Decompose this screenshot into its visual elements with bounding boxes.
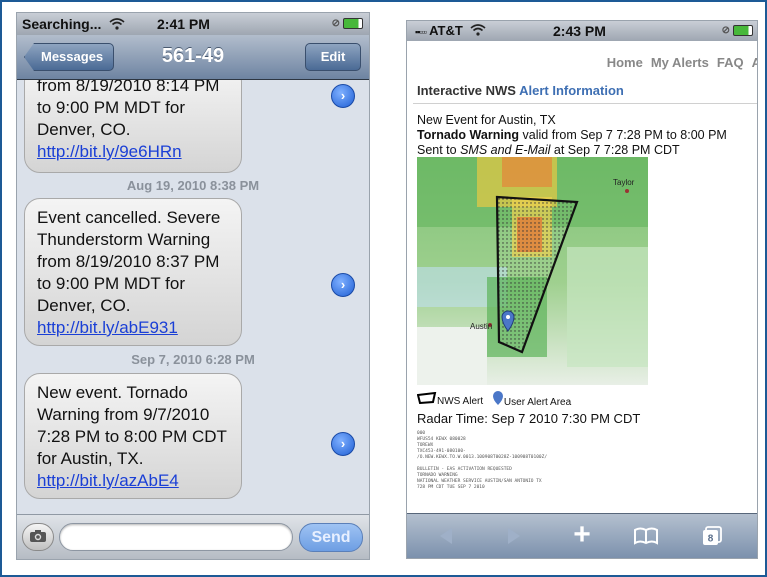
- site-title-bold: Interactive NWS: [417, 83, 516, 98]
- radar-time: Radar Time: Sep 7 2010 7:30 PM CDT: [417, 411, 641, 426]
- sent-suffix: at Sep 7 7:28 PM CDT: [550, 143, 680, 157]
- nav-home-link[interactable]: Home: [607, 55, 643, 70]
- nav-bar: Messages 561-49 Edit: [17, 35, 369, 80]
- browser-screen: ▪▪▫▫▫ AT&T 2:43 PM ⊘ Home My Alerts FAQ A I…: [406, 20, 758, 559]
- message-line: to 9:00 PM MDT for: [37, 274, 186, 293]
- polygon-icon: [416, 391, 437, 405]
- radar-map-image: Taylor Austin: [417, 157, 648, 385]
- message-line: Event cancelled. Severe: [37, 208, 221, 227]
- clock: 2:41 PM: [157, 16, 210, 32]
- message-line: Warning from 9/7/2010: [37, 405, 210, 424]
- add-bookmark-icon[interactable]: +: [567, 520, 597, 550]
- book-icon: [634, 527, 658, 545]
- status-bar: Searching... 2:41 PM ⊘: [17, 13, 369, 35]
- back-arrow-icon: [440, 528, 452, 544]
- battery-icon: [343, 18, 363, 29]
- signal-icon: ▪▪▫▫▫: [415, 27, 427, 37]
- message-bubble[interactable]: Event cancelled. Severe Thunderstorm War…: [24, 198, 242, 346]
- message-input[interactable]: [59, 523, 293, 551]
- message-line: New event. Tornado: [37, 383, 188, 402]
- message-line: Thunderstorm Warning: [37, 230, 211, 249]
- lock-icon: ⊘: [331, 18, 340, 30]
- camera-icon: [30, 530, 46, 542]
- message-timestamp: Sep 7, 2010 6:28 PM: [131, 352, 255, 367]
- warning-type: Tornado Warning: [417, 128, 520, 142]
- map-label-taylor: Taylor: [613, 178, 635, 187]
- event-details: New Event for Austin, TX Tornado Warning…: [417, 113, 727, 158]
- sent-channels: SMS and E-Mail: [460, 143, 551, 157]
- pages-icon: 8: [703, 526, 722, 545]
- carrier-label: AT&T: [429, 23, 463, 38]
- message-line: to 9:00 PM MDT for: [37, 98, 186, 117]
- send-button[interactable]: Send: [299, 523, 363, 552]
- site-nav: Home My Alerts FAQ A: [599, 55, 757, 70]
- bookmarks-button[interactable]: [629, 522, 663, 550]
- chevron-right-icon[interactable]: ›: [331, 273, 355, 297]
- message-line: from 8/19/2010 8:14 PM: [37, 80, 220, 95]
- lock-icon: ⊘: [721, 25, 730, 37]
- status-bar: ▪▪▫▫▫ AT&T 2:43 PM ⊘: [407, 21, 757, 41]
- event-heading: New Event for Austin, TX: [417, 113, 556, 127]
- chevron-right-icon[interactable]: ›: [331, 432, 355, 456]
- message-line: Denver, CO.: [37, 296, 131, 315]
- radar-map[interactable]: Taylor Austin: [417, 157, 648, 385]
- clock: 2:43 PM: [553, 23, 606, 39]
- site-title: Interactive NWS Alert Information: [417, 83, 624, 98]
- camera-button[interactable]: [22, 523, 54, 551]
- message-line: from 8/19/2010 8:37 PM: [37, 252, 220, 271]
- warning-validity: valid from Sep 7 7:28 PM to 8:00 PM: [519, 128, 727, 142]
- message-link[interactable]: http://bit.ly/azAbE4: [37, 470, 229, 492]
- chevron-right-icon[interactable]: ›: [331, 84, 355, 108]
- message-bubble[interactable]: from 8/19/2010 8:14 PM to 9:00 PM MDT fo…: [24, 80, 242, 173]
- map-label-austin: Austin: [470, 322, 492, 331]
- legend-user-area: User Alert Area: [503, 397, 572, 408]
- message-list[interactable]: from 8/19/2010 8:14 PM to 9:00 PM MDT fo…: [17, 80, 369, 515]
- nav-my-alerts-link[interactable]: My Alerts: [651, 55, 709, 70]
- site-title-blue: Alert Information: [519, 83, 624, 98]
- message-line: Denver, CO.: [37, 120, 131, 139]
- map-pin-icon: [492, 391, 503, 405]
- message-line: for Austin, TX.: [37, 449, 144, 468]
- back-button[interactable]: [431, 522, 461, 550]
- message-link[interactable]: http://bit.ly/9e6HRn: [37, 141, 229, 163]
- forward-arrow-icon: [508, 528, 520, 544]
- message-bubble[interactable]: New event. Tornado Warning from 9/7/2010…: [24, 373, 242, 499]
- wifi-icon: [470, 24, 486, 36]
- nav-faq-link[interactable]: FAQ: [717, 55, 744, 70]
- nav-overflow-link[interactable]: A: [752, 55, 757, 70]
- browser-toolbar: + 8: [407, 513, 757, 558]
- tabs-button[interactable]: 8: [697, 522, 727, 550]
- sms-screen: Searching... 2:41 PM ⊘ Messages 561-49 E…: [16, 12, 370, 560]
- tabs-count: 8: [708, 534, 714, 545]
- forward-button[interactable]: [499, 522, 529, 550]
- compose-bar: Send: [17, 514, 369, 559]
- legend-nws-alert: NWS Alert: [437, 396, 484, 407]
- message-timestamp: Aug 19, 2010 8:38 PM: [126, 178, 260, 193]
- edit-button[interactable]: Edit: [305, 43, 361, 71]
- bulletin-text: 000 WFUS54 KEWX 080028 TOREWX TXC453-491…: [417, 431, 548, 490]
- map-legend: NWS Alert User Alert Area: [416, 391, 577, 408]
- divider: [413, 103, 757, 104]
- message-line: 7:28 PM to 8:00 PM CDT: [37, 427, 227, 446]
- message-link[interactable]: http://bit.ly/abE931: [37, 317, 229, 339]
- wifi-icon: [109, 18, 125, 30]
- carrier-label: Searching...: [22, 16, 102, 32]
- battery-icon: [733, 25, 753, 36]
- sent-prefix: Sent to: [417, 143, 461, 157]
